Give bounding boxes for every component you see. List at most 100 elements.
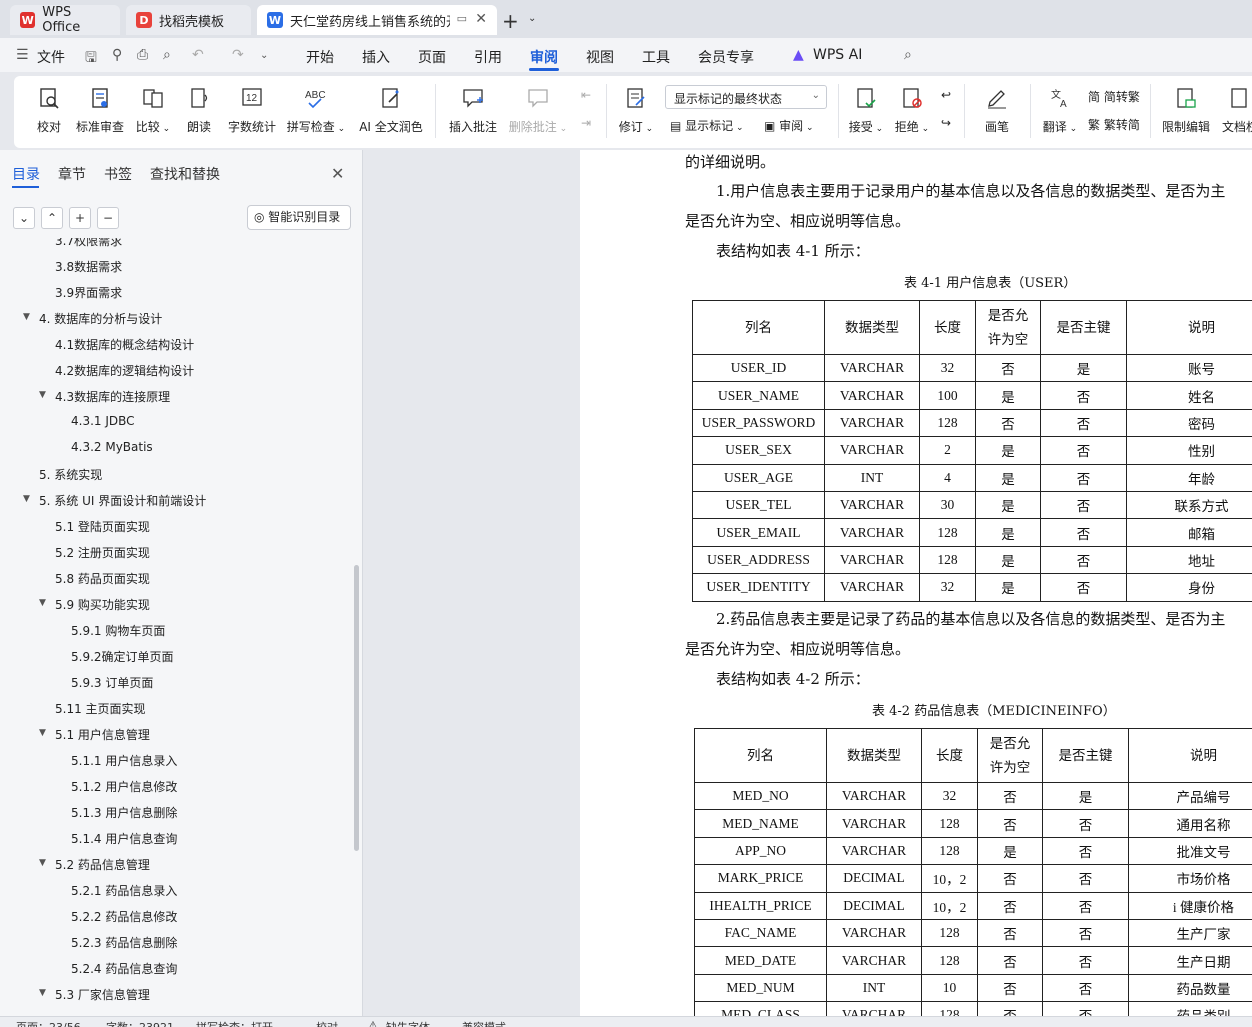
toc-item[interactable]: 3.7权限需求: [55, 238, 122, 249]
undo-icon[interactable]: ↶: [192, 47, 204, 63]
menu-insert[interactable]: 插入: [362, 47, 390, 67]
toc-item[interactable]: ▼ 5.2 药品信息管理: [39, 856, 150, 873]
toc-item[interactable]: 3.8数据需求: [55, 258, 122, 275]
close-icon[interactable]: ✕: [475, 11, 487, 27]
track-changes-button[interactable]: 修订 ⌄: [616, 84, 656, 135]
toc-item[interactable]: 4.1数据库的概念结构设计: [55, 336, 194, 353]
page-indicator[interactable]: 页面：23/56: [16, 1019, 81, 1027]
read-aloud-button[interactable]: 朗读: [184, 84, 214, 135]
menu-view[interactable]: 视图: [586, 47, 614, 67]
expand-toggle-icon[interactable]: ▼: [39, 858, 46, 868]
chevron-down-icon[interactable]: ⌄: [528, 13, 536, 24]
toc-item[interactable]: 5.1 登陆页面实现: [55, 518, 150, 535]
insert-comment-button[interactable]: 插入批注: [446, 84, 500, 135]
tab-bookmarks[interactable]: 书签: [104, 164, 132, 184]
tab-wps-office[interactable]: W WPS Office: [10, 5, 120, 35]
toc-item[interactable]: 5.11 主页面实现: [55, 700, 146, 717]
missing-font-status[interactable]: 缺失字体: [386, 1019, 430, 1027]
doc-permission-button[interactable]: 文档权: [1220, 84, 1252, 135]
toc-item[interactable]: 5.2.3 药品信息删除: [71, 934, 177, 951]
menu-file[interactable]: 文件: [37, 47, 65, 67]
toc-item[interactable]: 4.2数据库的逻辑结构设计: [55, 362, 194, 379]
expand-toggle-icon[interactable]: ▼: [23, 494, 30, 504]
expand-toggle-icon[interactable]: ▼: [23, 312, 30, 322]
menu-member[interactable]: 会员专享: [698, 47, 754, 67]
remove-heading-icon[interactable]: −: [97, 207, 119, 229]
tab-find-replace[interactable]: 查找和替换: [150, 164, 220, 184]
chevron-down-icon[interactable]: ⌄: [13, 207, 35, 229]
print-icon[interactable]: ⎙: [137, 47, 148, 63]
toc-item[interactable]: 5.2.1 药品信息录入: [71, 882, 177, 899]
prev-comment-icon[interactable]: ⇤: [576, 88, 596, 102]
spell-check-button[interactable]: ABC 拼写检查 ⌄: [286, 84, 346, 135]
toc-item[interactable]: 4.3.1 JDBC: [71, 414, 135, 428]
show-markup-button[interactable]: ▤ 显示标记 ⌄: [670, 117, 744, 134]
toc-item[interactable]: 5.2.4 药品信息查询: [71, 960, 177, 977]
expand-toggle-icon[interactable]: ▼: [39, 598, 46, 608]
pen-button[interactable]: 画笔: [980, 84, 1014, 135]
menu-tools[interactable]: 工具: [642, 47, 670, 67]
toc-item[interactable]: 5.2 注册页面实现: [55, 544, 150, 561]
toc-item[interactable]: 5.1.4 用户信息查询: [71, 830, 177, 847]
menu-reference[interactable]: 引用: [474, 47, 502, 67]
search-icon[interactable]: ⌕: [904, 47, 912, 63]
accept-button[interactable]: 接受 ⌄: [846, 84, 886, 135]
next-change-icon[interactable]: ↪: [936, 116, 956, 130]
toc-item[interactable]: 5.2.2 药品信息修改: [71, 908, 177, 925]
more-chevron-icon[interactable]: ⌄: [260, 50, 268, 61]
screen-icon[interactable]: ▭: [457, 12, 467, 25]
spell-check-status[interactable]: 拼写检查：打开: [196, 1019, 273, 1027]
hamburger-icon[interactable]: ☰: [16, 47, 29, 63]
proof-status[interactable]: 校对: [316, 1019, 338, 1027]
menu-wps-ai[interactable]: WPS AI: [813, 47, 862, 63]
toc-item[interactable]: ▼ 5.9 购买功能实现: [39, 596, 150, 613]
review-pane-button[interactable]: ▣ 审阅 ⌄: [764, 117, 814, 134]
next-comment-icon[interactable]: ⇥: [576, 116, 596, 130]
panel-scrollbar[interactable]: [354, 565, 359, 851]
markup-mode-select[interactable]: 显示标记的最终状态 ⌄: [665, 85, 827, 109]
tab-document[interactable]: W 天仁堂药房线上销售系统的开 ▭ ✕: [257, 5, 497, 35]
to-simplified-button[interactable]: 繁 繁转简: [1088, 116, 1140, 133]
compare-button[interactable]: 比较 ⌄: [134, 84, 172, 135]
tab-toc[interactable]: 目录: [12, 164, 40, 184]
restrict-edit-button[interactable]: 限制编辑: [1160, 84, 1212, 135]
proofread-button[interactable]: 校对: [32, 84, 66, 135]
menu-review[interactable]: 审阅: [530, 47, 558, 67]
toc-item[interactable]: 5.1.1 用户信息录入: [71, 752, 177, 769]
menu-page[interactable]: 页面: [418, 47, 446, 67]
to-traditional-button[interactable]: 简 简转繁: [1088, 88, 1140, 105]
smart-toc-button[interactable]: ◎ 智能识别目录: [247, 205, 351, 230]
ai-polish-button[interactable]: AI 全文润色: [356, 84, 426, 135]
word-count-status[interactable]: 字数：23921: [106, 1019, 174, 1027]
toc-item[interactable]: 5.9.1 购物车页面: [71, 622, 165, 639]
toc-item[interactable]: 5.8 药品页面实现: [55, 570, 150, 587]
toc-item[interactable]: 4.3.2 MyBatis: [71, 440, 153, 454]
toc-item[interactable]: 3.9界面需求: [55, 284, 122, 301]
toc-item[interactable]: ▼ 4.3数据库的连接原理: [39, 388, 170, 405]
chevron-up-icon[interactable]: ⌃: [41, 207, 63, 229]
toc-item[interactable]: 5.1.3 用户信息删除: [71, 804, 177, 821]
translate-button[interactable]: 文A 翻译 ⌄: [1040, 84, 1080, 135]
expand-toggle-icon[interactable]: ▼: [39, 728, 46, 738]
toc-item[interactable]: ▼ 5. 系统 UI 界面设计和前端设计: [23, 492, 206, 509]
toc-item[interactable]: ▼ 5.3 厂家信息管理: [39, 986, 150, 1003]
redo-icon[interactable]: ↷: [232, 47, 244, 63]
menu-start[interactable]: 开始: [306, 47, 334, 67]
toc-item[interactable]: 5.9.3 订单页面: [71, 674, 153, 691]
expand-toggle-icon[interactable]: ▼: [39, 988, 46, 998]
print-preview-icon[interactable]: ⌕: [163, 47, 171, 63]
expand-toggle-icon[interactable]: ▼: [39, 390, 46, 400]
word-count-button[interactable]: 12 字数统计: [226, 84, 278, 135]
toc-item[interactable]: ▼ 5.1 用户信息管理: [39, 726, 150, 743]
standard-review-button[interactable]: 标准审查: [74, 84, 126, 135]
close-panel-icon[interactable]: ✕: [331, 164, 344, 183]
share-icon[interactable]: ⚲: [112, 47, 122, 63]
add-heading-icon[interactable]: +: [69, 207, 91, 229]
prev-change-icon[interactable]: ↩: [936, 88, 956, 102]
toc-item[interactable]: 5.9.2确定订单页面: [71, 648, 174, 665]
save-icon[interactable]: 🖫: [85, 47, 97, 71]
delete-comment-button[interactable]: 删除批注 ⌄: [508, 84, 568, 135]
toc-item[interactable]: 5.1.2 用户信息修改: [71, 778, 177, 795]
new-tab-icon[interactable]: +: [502, 9, 519, 33]
toc-item[interactable]: ▼ 4. 数据库的分析与设计: [23, 310, 162, 327]
